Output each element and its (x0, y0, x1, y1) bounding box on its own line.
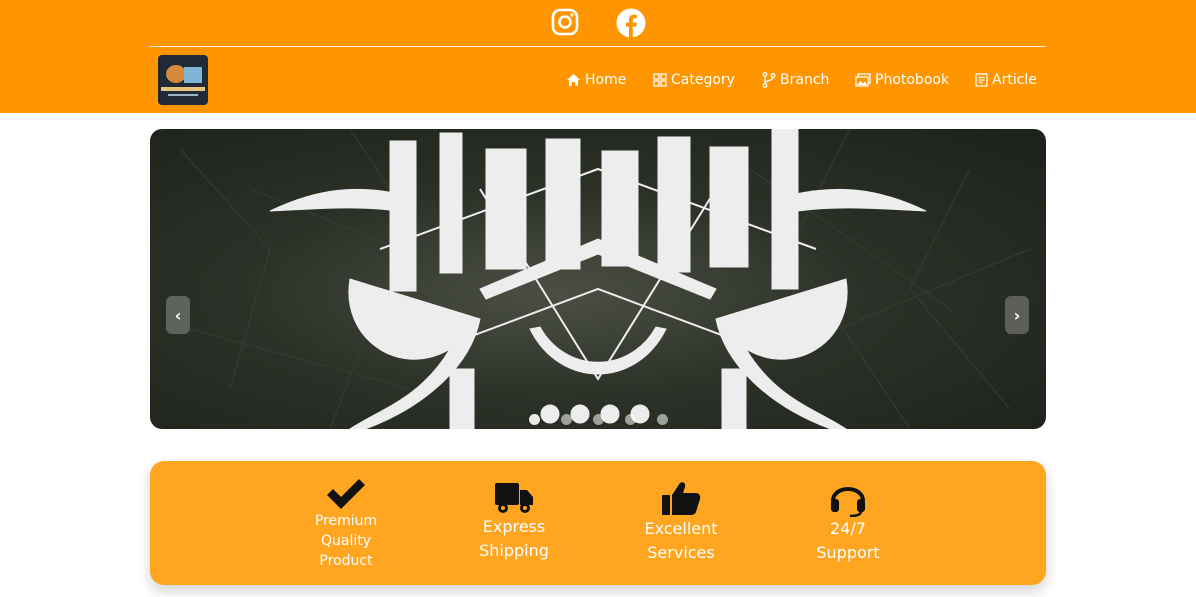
grid-icon (653, 73, 667, 87)
feature-excellent-services: Excellent Services (635, 481, 727, 565)
feature-label-line: Excellent (644, 519, 718, 538)
feature-premium-quality: Premium Quality Product (300, 479, 392, 571)
hero-carousel: ‹ › (150, 129, 1046, 429)
feature-label-line: Shipping (479, 541, 549, 560)
feature-label-line: Services (647, 543, 715, 562)
features-bar: Premium Quality Product Express Shipping… (150, 461, 1046, 585)
nav-branch-label: Branch (780, 72, 830, 88)
feature-label-line: Express (482, 517, 546, 536)
carousel-dot[interactable] (656, 414, 668, 425)
nav-photobook-label: Photobook (875, 72, 950, 88)
nav-article-label: Article (992, 72, 1037, 88)
feature-label-line: Premium (314, 513, 378, 529)
feature-label-line: Support (816, 543, 880, 562)
feature-label-line: Quality (320, 533, 372, 549)
top-header: Home Category Branch Photobook Article (0, 0, 1196, 113)
branch-icon (762, 72, 776, 88)
nav-category-label: Category (671, 72, 735, 88)
headset-icon (831, 487, 865, 517)
hero-slide-image (179, 129, 1031, 429)
feature-support: 24/7 Support (802, 481, 894, 565)
feature-label-line: 24/7 (830, 519, 866, 538)
carousel-dot[interactable] (592, 414, 604, 425)
site-logo[interactable] (158, 55, 208, 105)
nav-photobook[interactable]: Photobook (855, 70, 949, 90)
photos-icon (855, 73, 871, 87)
document-icon (975, 73, 988, 87)
nav-branch[interactable]: Branch (762, 70, 829, 90)
facebook-icon[interactable] (616, 8, 646, 38)
nav-article[interactable]: Article (975, 70, 1037, 90)
nav-category[interactable]: Category (653, 70, 735, 90)
thumbs-up-icon (662, 482, 701, 515)
carousel-prev-button[interactable]: ‹ (166, 296, 190, 334)
feature-express-shipping: Express Shipping (468, 481, 560, 563)
carousel-indicators (150, 414, 1046, 426)
feature-label-line: Product (319, 553, 373, 569)
nav-home-label: Home (585, 72, 627, 88)
nav-home[interactable]: Home (566, 70, 626, 90)
header-divider (150, 46, 1046, 47)
social-links (0, 8, 1196, 38)
instagram-icon[interactable] (551, 8, 579, 36)
checkmark-icon (327, 479, 365, 509)
carousel-dot[interactable] (624, 414, 636, 425)
carousel-dot[interactable] (528, 414, 540, 425)
truck-icon (495, 483, 533, 513)
carousel-next-button[interactable]: › (1005, 296, 1029, 334)
home-icon (567, 74, 580, 86)
carousel-dot[interactable] (560, 414, 572, 425)
